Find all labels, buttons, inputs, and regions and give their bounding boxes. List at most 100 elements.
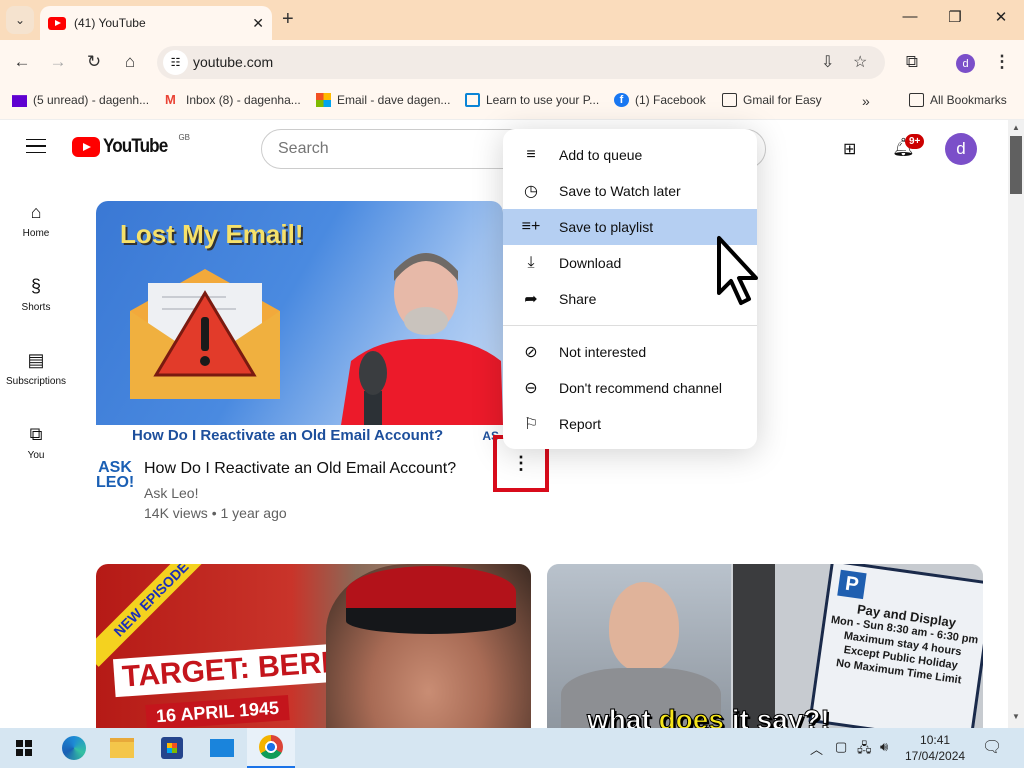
site-info-icon[interactable]: ☷ [163, 50, 188, 75]
address-bar[interactable]: ☷ youtube.com ⇩ ☆ [157, 46, 885, 79]
yahoo-mail-icon [12, 95, 27, 107]
cap-visor-image [346, 608, 516, 634]
mouse-cursor-icon [717, 236, 758, 305]
taskbar-mail[interactable] [198, 728, 246, 768]
bookmark-item[interactable]: (5 unread) - dagenh... [12, 93, 149, 107]
close-tab-icon[interactable]: ✕ [252, 15, 264, 32]
search-input[interactable] [278, 140, 478, 158]
folder-icon [909, 93, 924, 107]
bookmarks-bar: (5 unread) - dagenh... M Inbox (8) - dage… [0, 86, 1024, 120]
extensions-icon[interactable]: ⧉ [900, 52, 924, 72]
youtube-play-icon [72, 137, 100, 157]
notification-count-badge: 9+ [905, 134, 925, 149]
video-thumbnail[interactable]: P Pay and Display Mon - Sun 8:30 am - 6:… [547, 564, 983, 728]
add-to-queue-icon: ≡ [526, 146, 536, 163]
create-video-icon[interactable]: ⊞ [843, 139, 865, 158]
block-icon: ⊖ [524, 380, 538, 397]
chrome-menu-icon[interactable]: ⋮ [990, 52, 1014, 72]
hamburger-menu-icon[interactable] [26, 139, 46, 153]
sidebar-item-subscriptions[interactable]: ▤ Subscriptions [0, 348, 72, 387]
clock-icon: ◷ [524, 183, 538, 200]
install-app-icon[interactable]: ⇩ [821, 52, 834, 72]
new-tab-button[interactable]: + [282, 8, 294, 31]
youtube-logo[interactable]: YouTube GB [72, 133, 190, 157]
thumbnail-banner: How Do I Reactivate an Old Email Account… [96, 425, 503, 447]
scroll-down-icon[interactable]: ▼ [1012, 712, 1020, 721]
thumbnail-headline: Lost My Email! [120, 219, 304, 249]
taskbar-edge[interactable] [50, 728, 98, 768]
volume-icon[interactable]: 🔊︎ [880, 739, 888, 755]
back-button[interactable]: ← [10, 52, 34, 72]
camera-tray-icon[interactable]: ▢ [835, 739, 847, 755]
chrome-icon [259, 735, 283, 759]
start-button[interactable] [0, 728, 48, 768]
presenter-face-image [609, 582, 679, 672]
scrollbar-thumb[interactable] [1010, 136, 1022, 194]
windows-logo-icon [16, 740, 32, 756]
reload-button[interactable]: ↻ [82, 52, 106, 72]
restore-button[interactable]: ❐ [940, 8, 970, 26]
url-text[interactable]: youtube.com [193, 54, 273, 70]
taskbar-chrome[interactable] [247, 728, 295, 768]
menu-item-not-interested[interactable]: ⊘ Not interested [503, 334, 757, 370]
taskbar-store[interactable] [148, 728, 196, 768]
menu-divider [503, 325, 757, 326]
video-title[interactable]: How Do I Reactivate an Old Email Account… [144, 460, 456, 478]
thumbnail-subtitle: 16 APRIL 1945 [145, 695, 290, 728]
flag-icon: ⚐ [523, 416, 539, 433]
show-hidden-icons-chevron-icon[interactable]: ︿ [810, 739, 823, 758]
envelope-warning-illustration [130, 269, 280, 399]
video-thumbnail[interactable]: NEW EPISODE TARGET: BERLIN 16 APRIL 1945 [96, 564, 531, 728]
account-avatar[interactable]: d [945, 133, 977, 165]
bookmark-item[interactable]: Gmail for Easy [722, 93, 822, 107]
sidebar-item-home[interactable]: ⌂ Home [0, 200, 72, 239]
monitor-icon [465, 93, 480, 107]
scroll-up-icon[interactable]: ▲ [1012, 123, 1020, 132]
menu-item-dont-recommend[interactable]: ⊖ Don't recommend channel [503, 370, 757, 406]
menu-item-add-to-queue[interactable]: ≡ Add to queue [503, 137, 757, 173]
mail-icon [210, 739, 234, 757]
all-bookmarks-button[interactable]: All Bookmarks [909, 93, 1007, 107]
taskbar-file-explorer[interactable] [98, 728, 146, 768]
system-clock[interactable]: 10:41 17/04/2024 [905, 732, 965, 764]
close-window-button[interactable]: ✕ [986, 8, 1016, 26]
tab-search-button[interactable]: ⌄ [6, 6, 34, 34]
network-icon[interactable]: 🖧︎ [857, 739, 872, 761]
more-vertical-icon: ⋮ [512, 453, 530, 473]
home-button[interactable]: ⌂ [118, 52, 142, 72]
bookmark-item[interactable]: Learn to use your P... [465, 93, 599, 107]
parking-sign-image: P Pay and Display Mon - Sun 8:30 am - 6:… [808, 564, 983, 728]
bookmark-item[interactable]: Email - dave dagen... [316, 93, 450, 107]
share-icon: ➦ [524, 291, 538, 308]
forward-button[interactable]: → [46, 52, 70, 72]
bookmark-star-icon[interactable]: ☆ [853, 52, 867, 72]
channel-avatar[interactable]: ASK LEO! [96, 460, 134, 496]
bookmark-item[interactable]: f (1) Facebook [614, 93, 706, 107]
folder-icon [722, 93, 737, 107]
bookmark-item[interactable]: M Inbox (8) - dagenha... [165, 93, 301, 108]
browser-tab[interactable]: (41) YouTube ✕ [40, 6, 272, 40]
menu-item-report[interactable]: ⚐ Report [503, 406, 757, 442]
chevron-down-icon: ⌄ [14, 13, 26, 27]
channel-name[interactable]: Ask Leo! [144, 485, 198, 501]
facebook-icon: f [614, 93, 629, 107]
not-interested-icon: ⊘ [524, 344, 538, 361]
bookmarks-overflow-button[interactable]: » [862, 93, 870, 109]
presenter-image [341, 253, 503, 425]
minimize-button[interactable]: — [895, 8, 925, 25]
browser-title-bar: ⌄ (41) YouTube ✕ + — ❐ ✕ [0, 0, 1024, 40]
store-icon [161, 737, 183, 759]
profile-avatar[interactable]: d [956, 54, 975, 73]
video-metadata: 14K views • 1 year ago [144, 505, 287, 521]
notification-center-icon[interactable]: 🗨︎ [982, 737, 1002, 757]
parking-p-icon: P [837, 569, 867, 600]
page-scrollbar[interactable]: ▲ ▼ [1008, 120, 1024, 728]
browser-toolbar: ← → ↻ ⌂ ☷ youtube.com ⇩ ☆ ⧉ d ⋮ [0, 40, 1024, 86]
edge-icon [62, 736, 86, 760]
sidebar-item-you[interactable]: ⧉ You [0, 422, 72, 461]
video-thumbnail[interactable]: Lost My Email! How Do I Reactivate an Ol… [96, 201, 503, 447]
sidebar-item-shorts[interactable]: § Shorts [0, 274, 72, 313]
windows-taskbar: ︿ ▢ 🖧︎ 🔊︎ 10:41 17/04/2024 🗨︎ [0, 728, 1024, 768]
menu-item-save-watch-later[interactable]: ◷ Save to Watch later [503, 173, 757, 209]
download-icon: ⤓ [527, 254, 535, 271]
